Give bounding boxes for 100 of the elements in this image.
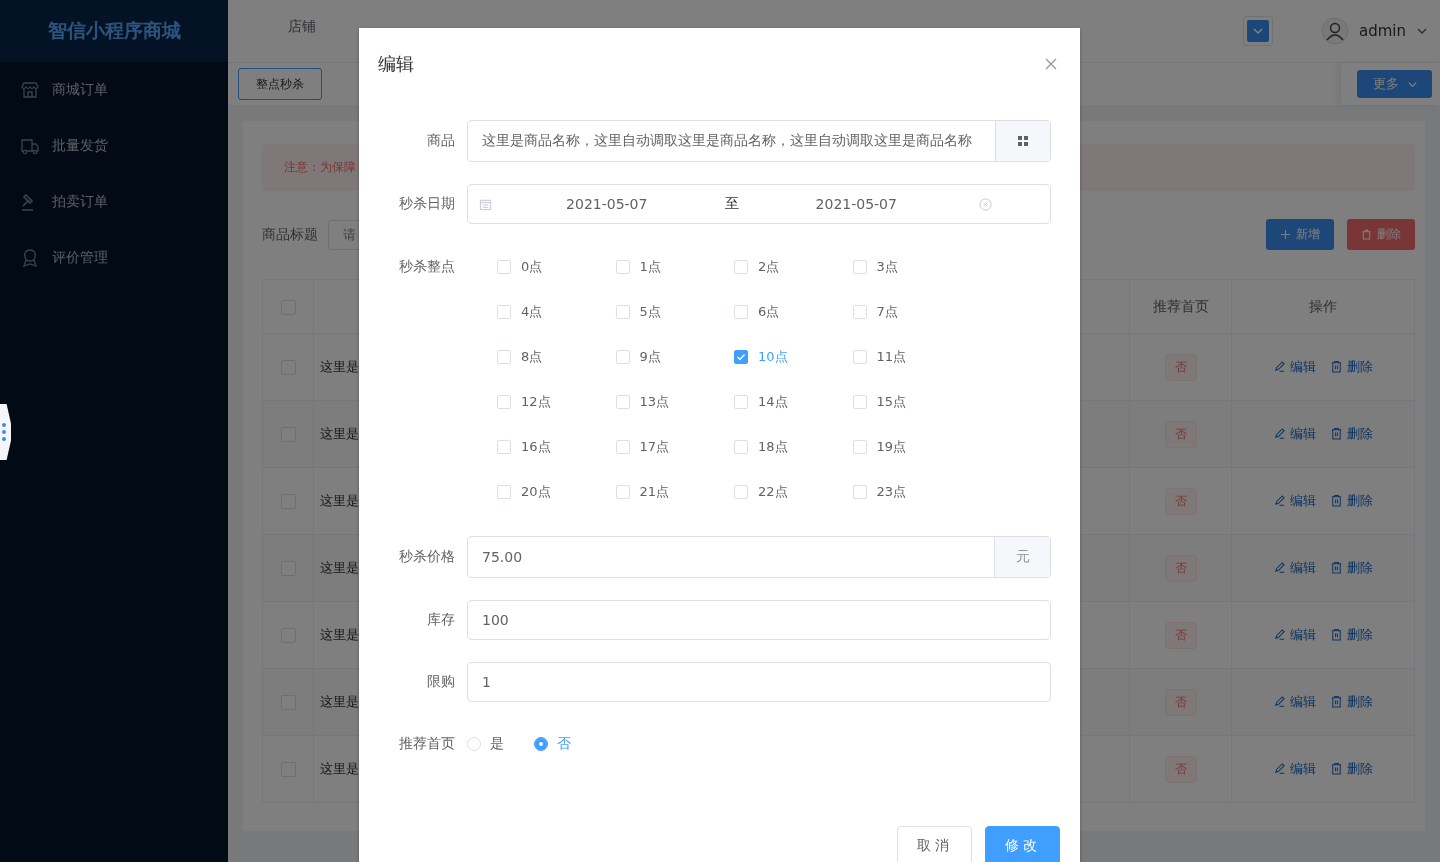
badge-icon bbox=[20, 248, 40, 268]
status-tag: 否 bbox=[1164, 353, 1197, 381]
hour-checkbox[interactable]: 8点 bbox=[497, 347, 543, 366]
dropdown-button[interactable] bbox=[1243, 16, 1273, 46]
form-label: 推荐首页 bbox=[398, 735, 455, 753]
hour-checkbox[interactable]: 1点 bbox=[615, 257, 661, 276]
hour-checkbox[interactable]: 4点 bbox=[497, 302, 543, 321]
status-tag: 否 bbox=[1164, 688, 1197, 716]
delete-link[interactable]: 删除 bbox=[1330, 424, 1373, 443]
edit-link[interactable]: 编辑 bbox=[1273, 692, 1316, 711]
hour-checkbox[interactable]: 2点 bbox=[734, 257, 780, 276]
edit-link[interactable]: 编辑 bbox=[1273, 357, 1316, 376]
hour-checkbox[interactable]: 13点 bbox=[615, 392, 670, 411]
pencil-icon bbox=[1273, 561, 1286, 575]
hour-checkbox[interactable]: 6点 bbox=[734, 302, 780, 321]
status-tag: 否 bbox=[1164, 621, 1197, 649]
delete-link[interactable]: 删除 bbox=[1330, 558, 1373, 577]
delete-link[interactable]: 删除 bbox=[1330, 357, 1373, 376]
sidebar-item[interactable]: 拍卖订单 bbox=[0, 174, 228, 230]
pencil-icon bbox=[1273, 494, 1286, 508]
table-cell: 这里是 bbox=[320, 426, 359, 441]
table-cell: 这里是 bbox=[320, 761, 359, 776]
trash-icon bbox=[1330, 762, 1343, 776]
plus-icon bbox=[1280, 229, 1291, 240]
delete-link[interactable]: 删除 bbox=[1330, 625, 1373, 644]
radio-option[interactable]: 是 bbox=[467, 735, 504, 753]
hour-checkbox[interactable]: 17点 bbox=[615, 437, 670, 456]
user-name[interactable]: admin bbox=[1359, 22, 1406, 40]
trash-icon bbox=[1361, 229, 1372, 240]
hour-checkbox[interactable]: 22点 bbox=[734, 482, 788, 501]
dialog-title: 编辑 bbox=[378, 52, 414, 76]
pencil-icon bbox=[1273, 628, 1286, 642]
sidebar-item[interactable]: 评价管理 bbox=[0, 230, 228, 286]
pencil-icon bbox=[1273, 427, 1286, 441]
status-tag: 否 bbox=[1164, 420, 1197, 448]
hour-checkbox[interactable]: 20点 bbox=[497, 482, 551, 501]
table-cell: 这里是 bbox=[320, 359, 359, 374]
form-label: 秒杀整点 bbox=[398, 257, 455, 276]
hour-checkbox[interactable]: 12点 bbox=[497, 392, 551, 411]
limit-field[interactable]: 1 bbox=[467, 662, 1051, 702]
hour-checkbox[interactable]: 0点 bbox=[497, 257, 543, 276]
hour-checkbox[interactable]: 5点 bbox=[615, 302, 661, 321]
hour-checkbox[interactable]: 23点 bbox=[852, 482, 907, 501]
form-label: 商品 bbox=[426, 132, 455, 150]
status-tag: 否 bbox=[1164, 755, 1197, 783]
edit-link[interactable]: 编辑 bbox=[1273, 424, 1316, 443]
trash-icon bbox=[1330, 695, 1343, 709]
date-range-field[interactable]: 2021-05-07 至 2021-05-07 bbox=[467, 184, 1051, 224]
product-field[interactable]: 这里是商品名称，这里自动调取这里是商品名称，这里自动调取这里是商品名称 bbox=[467, 120, 1051, 162]
clear-icon[interactable] bbox=[979, 197, 992, 211]
close-icon[interactable] bbox=[1045, 58, 1057, 70]
store-icon bbox=[20, 80, 40, 100]
hour-checkbox[interactable]: 7点 bbox=[852, 302, 898, 321]
stock-field[interactable]: 100 bbox=[467, 600, 1051, 640]
trash-icon bbox=[1330, 494, 1343, 508]
delete-link[interactable]: 删除 bbox=[1330, 759, 1373, 778]
hour-checkbox[interactable]: 16点 bbox=[497, 437, 551, 456]
edit-link[interactable]: 编辑 bbox=[1273, 558, 1316, 577]
hour-checkbox[interactable]: 15点 bbox=[852, 392, 907, 411]
pencil-icon bbox=[1273, 762, 1286, 776]
delete-link[interactable]: 删除 bbox=[1330, 692, 1373, 711]
edit-link[interactable]: 编辑 bbox=[1273, 759, 1316, 778]
sidebar-item[interactable]: 批量发货 bbox=[0, 118, 228, 174]
hour-checkbox[interactable]: 19点 bbox=[852, 437, 907, 456]
trash-icon bbox=[1330, 360, 1343, 374]
notice-text: 注意：为保障 bbox=[284, 159, 356, 176]
form-label: 限购 bbox=[426, 673, 455, 691]
status-tag: 否 bbox=[1164, 487, 1197, 515]
user-avatar-icon bbox=[1321, 17, 1349, 45]
form-label: 秒杀日期 bbox=[398, 195, 455, 213]
pencil-icon bbox=[1273, 695, 1286, 709]
edit-link[interactable]: 编辑 bbox=[1273, 625, 1316, 644]
form-label: 秒杀价格 bbox=[398, 548, 455, 566]
hour-checkbox[interactable]: 3点 bbox=[852, 257, 898, 276]
hour-checkbox[interactable]: 11点 bbox=[852, 347, 907, 366]
side-handle[interactable] bbox=[0, 404, 11, 460]
grid-icon bbox=[1017, 135, 1029, 147]
truck-icon bbox=[20, 136, 40, 156]
table-cell: 这里是 bbox=[320, 560, 359, 575]
edit-link[interactable]: 编辑 bbox=[1273, 491, 1316, 510]
search-label: 商品标题 bbox=[262, 225, 318, 244]
cancel-button[interactable]: 取消 bbox=[897, 826, 972, 862]
sidebar-item[interactable]: 商城订单 bbox=[0, 62, 228, 118]
trash-icon bbox=[1330, 561, 1343, 575]
hour-checkbox[interactable]: 14点 bbox=[734, 392, 788, 411]
column-header: 推荐首页 bbox=[1129, 279, 1232, 334]
hour-checkbox[interactable]: 18点 bbox=[734, 437, 788, 456]
table-cell: 这里是 bbox=[320, 493, 359, 508]
hour-checkbox[interactable]: 9点 bbox=[615, 347, 661, 366]
price-field[interactable]: 75.00 元 bbox=[467, 536, 1051, 578]
status-tag: 否 bbox=[1164, 554, 1197, 582]
hour-checkbox[interactable]: 21点 bbox=[615, 482, 670, 501]
logo-title: 智信小程序商城 bbox=[0, 0, 228, 62]
form-label: 库存 bbox=[426, 611, 455, 629]
delete-link[interactable]: 删除 bbox=[1330, 491, 1373, 510]
page-tab[interactable]: 整点秒杀 bbox=[238, 68, 322, 100]
select-button[interactable] bbox=[995, 121, 1050, 161]
table-cell: 这里是 bbox=[320, 627, 359, 642]
table-cell: 这里是 bbox=[320, 694, 359, 709]
nav-tab[interactable]: 店铺 bbox=[288, 18, 316, 36]
